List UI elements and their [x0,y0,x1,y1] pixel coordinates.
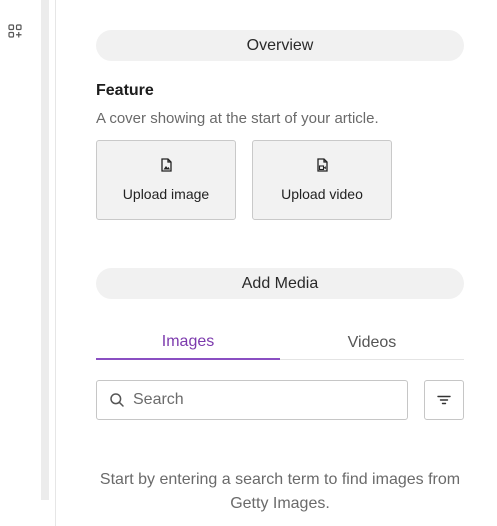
search-input[interactable] [133,391,393,409]
upload-image-button[interactable]: Upload image [96,140,236,220]
overview-button[interactable]: Overview [96,30,464,61]
video-file-icon [317,158,328,172]
overview-label: Overview [246,36,314,54]
filter-icon [437,395,451,405]
upload-image-label: Upload image [122,186,210,202]
feature-description: A cover showing at the start of your art… [96,110,379,127]
tab-videos[interactable]: Videos [280,326,464,360]
add-media-label: Add Media [241,274,319,292]
add-media-button[interactable]: Add Media [96,268,464,299]
left-rail [0,0,56,526]
grid-plus-icon[interactable] [8,24,22,38]
scrollbar[interactable] [41,0,49,500]
tab-videos-label: Videos [347,334,397,351]
upload-video-label: Upload video [281,186,363,202]
tab-images-label: Images [161,333,215,350]
feature-title: Feature [96,82,154,99]
tab-images[interactable]: Images [96,326,280,360]
upload-video-button[interactable]: Upload video [252,140,392,220]
search-box[interactable] [96,380,408,420]
filter-button[interactable] [424,380,464,420]
search-icon [110,393,124,407]
media-tabs: Images Videos [96,326,464,360]
image-file-icon [161,158,172,172]
empty-search-hint: Start by entering a search term to find … [99,471,461,512]
